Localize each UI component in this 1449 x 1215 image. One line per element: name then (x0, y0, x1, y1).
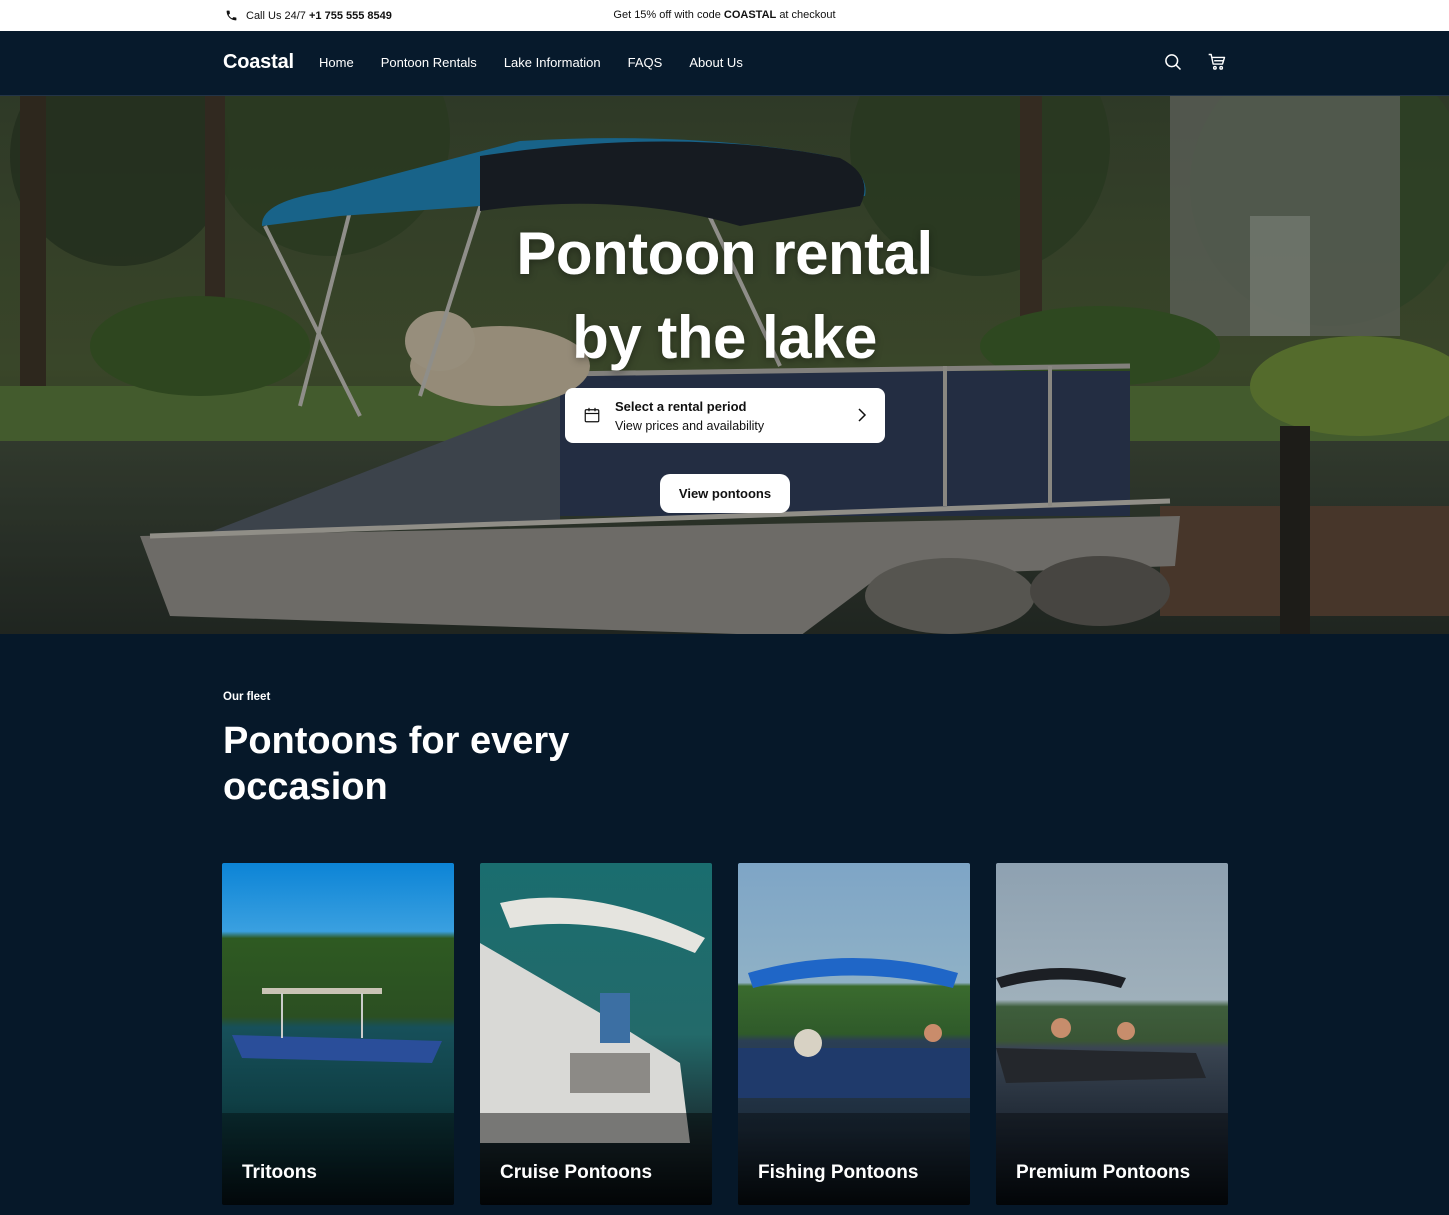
nav-icons (1163, 52, 1227, 72)
card-label-premium-pontoons: Premium Pontoons (1016, 1162, 1191, 1183)
hero-title: Pontoon rental by the lake (0, 212, 1449, 380)
view-pontoons-button[interactable]: View pontoons (660, 474, 790, 513)
announcement-bar: Call Us 24/7 +1 755 555 8549 Get 15% off… (0, 0, 1449, 31)
fleet-card-premium-pontoons[interactable]: Premium Pontoons (996, 863, 1228, 1205)
card-label-fishing-pontoons: Fishing Pontoons (758, 1162, 919, 1183)
nav-item-lake-information[interactable]: Lake Information (504, 55, 601, 70)
nav-item-home[interactable]: Home (319, 55, 354, 70)
calendar-icon (584, 407, 600, 423)
cart-icon[interactable] (1207, 52, 1227, 72)
hero-title-line1: Pontoon rental (516, 220, 933, 287)
promo-text: Get 15% off with code COASTAL at checkou… (0, 9, 1449, 21)
cruise-pontoons-image (480, 863, 712, 1205)
tritoons-image (222, 863, 454, 1205)
chevron-right-icon (858, 408, 867, 422)
hero-banner: Pontoon rental by the lake Select a rent… (0, 96, 1449, 634)
fleet-cards: Tritoons Cruise Pontoons Fishing Pontoon… (222, 863, 1228, 1205)
fleet-card-cruise-pontoons[interactable]: Cruise Pontoons (480, 863, 712, 1205)
picker-title: Select a rental period (615, 399, 747, 414)
fishing-pontoons-image (738, 863, 970, 1205)
logo[interactable]: Coastal (223, 51, 294, 74)
promo-post: at checkout (779, 9, 836, 21)
nav-menu: Home Pontoon Rentals Lake Information FA… (319, 55, 743, 70)
premium-pontoons-image (996, 863, 1228, 1205)
picker-subtitle: View prices and availability (615, 419, 765, 433)
hero-title-line2: by the lake (572, 304, 877, 371)
nav-item-faqs[interactable]: FAQS (628, 55, 663, 70)
main-nav: Coastal Home Pontoon Rentals Lake Inform… (0, 31, 1449, 96)
fleet-title: Pontoons for every occasion (223, 720, 570, 808)
card-label-tritoons: Tritoons (242, 1162, 317, 1183)
promo-code: COASTAL (723, 9, 777, 21)
fleet-card-tritoons[interactable]: Tritoons (222, 863, 454, 1205)
promo-pre: Get 15% off with code (613, 9, 721, 21)
rental-period-picker[interactable]: Select a rental period View prices and a… (565, 388, 885, 443)
search-icon[interactable] (1163, 52, 1183, 72)
nav-item-pontoon-rentals[interactable]: Pontoon Rentals (381, 55, 477, 70)
nav-item-about-us[interactable]: About Us (689, 55, 742, 70)
fleet-eyebrow: Our fleet (223, 691, 271, 703)
card-label-cruise-pontoons: Cruise Pontoons (500, 1162, 653, 1183)
fleet-card-fishing-pontoons[interactable]: Fishing Pontoons (738, 863, 970, 1205)
